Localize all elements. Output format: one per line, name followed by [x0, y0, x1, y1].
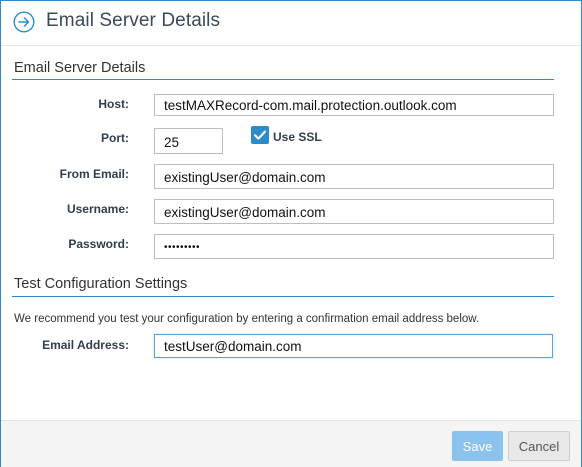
save-button[interactable]: Save: [452, 431, 503, 461]
use-ssl-checkbox[interactable]: [251, 126, 269, 144]
port-input[interactable]: 25: [154, 128, 223, 154]
port-label: Port:: [101, 131, 129, 145]
username-input[interactable]: existingUser@domain.com: [154, 199, 554, 224]
dialog-footer: Save Cancel: [1, 420, 581, 467]
email-server-dialog: Email Server Details Email Server Detail…: [0, 0, 582, 467]
cancel-button[interactable]: Cancel: [508, 431, 570, 461]
email-address-label: Email Address:: [42, 338, 129, 352]
email-address-input[interactable]: testUser@domain.com: [154, 334, 553, 358]
username-label: Username:: [66, 202, 129, 216]
host-label: Host:: [98, 97, 129, 111]
password-input[interactable]: •••••••••: [154, 234, 554, 259]
test-info-text: We recommend you test your configuration…: [14, 313, 480, 325]
from-email-label: From Email:: [59, 167, 129, 181]
dialog-header: Email Server Details: [1, 1, 581, 46]
password-label: Password:: [68, 237, 129, 251]
from-email-input[interactable]: existingUser@domain.com: [154, 164, 554, 189]
test-section-divider: [12, 296, 554, 297]
dialog-title: Email Server Details: [46, 10, 221, 31]
test-section-title: Test Configuration Settings: [14, 276, 188, 292]
use-ssl-label[interactable]: Use SSL: [273, 130, 322, 144]
host-input[interactable]: testMAXRecord-com.mail.protection.outloo…: [154, 94, 554, 116]
checkmark-icon: [251, 129, 269, 148]
arrow-circle-right-icon: [13, 11, 35, 33]
server-section-divider: [12, 79, 554, 80]
server-section-title: Email Server Details: [14, 60, 146, 76]
